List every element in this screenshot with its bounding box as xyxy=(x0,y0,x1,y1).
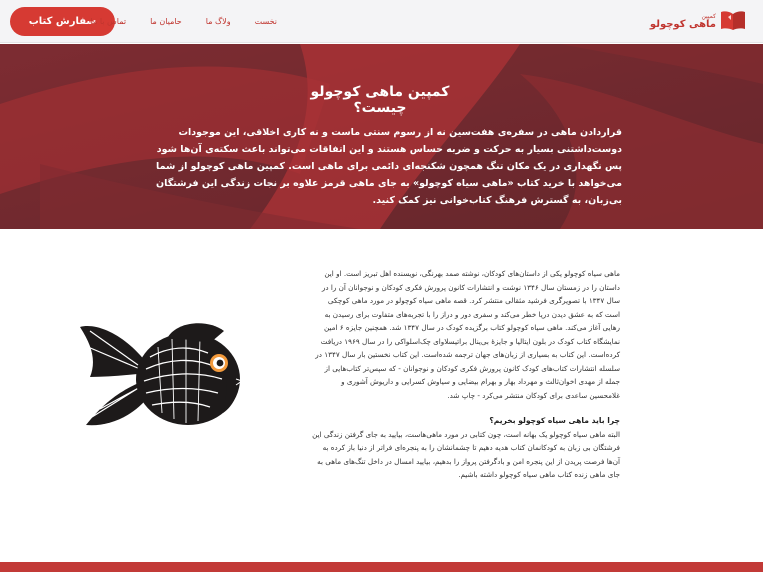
logo-text: کمپین ماهی کوچولو xyxy=(650,14,716,30)
logo-title: ماهی کوچولو xyxy=(649,19,716,30)
why-buy-heading: چرا باید ماهی سیاه کوچولو بخریم؟ xyxy=(489,416,620,425)
top-navbar: سفارش کتاب نخست ولاگ ما حامیان ما تماس ب… xyxy=(0,0,763,43)
nav-link-blog[interactable]: ولاگ ما xyxy=(206,17,231,26)
article-paragraph-intro: ماهی سیاه کوچولو یکی از داستان‌های کودکا… xyxy=(315,269,620,400)
book-icon xyxy=(720,9,746,35)
nav-link-home[interactable]: نخست xyxy=(255,17,277,26)
hero-section: کمپین ماهی کوچولو چیست؟ قراردادن ماهی در… xyxy=(0,44,763,229)
hero-title-wrap: کمپین ماهی کوچولو چیست؟ xyxy=(140,84,620,116)
nav-link-contact[interactable]: تماس با ما xyxy=(91,17,127,26)
article-body: ماهی سیاه کوچولو یکی از داستان‌های کودکا… xyxy=(312,267,620,494)
nav-link-supporters[interactable]: حامیان ما xyxy=(150,17,182,26)
black-fish-illustration xyxy=(78,317,246,445)
site-logo[interactable]: کمپین ماهی کوچولو xyxy=(650,8,746,36)
main-content: ماهی سیاه کوچولو یکی از داستان‌های کودکا… xyxy=(0,229,763,562)
article-paragraph-why: البته ماهی سیاه کوچولو یک بهانه است، چون… xyxy=(312,429,620,480)
footer-strip xyxy=(0,562,763,572)
hero-description: قراردادن ماهی در سفره‌ی هفت‌سین نه از رس… xyxy=(156,127,622,206)
hero-title: کمپین ماهی کوچولو چیست؟ xyxy=(310,84,450,116)
nav-links: نخست ولاگ ما حامیان ما تماس با ما xyxy=(91,0,277,43)
